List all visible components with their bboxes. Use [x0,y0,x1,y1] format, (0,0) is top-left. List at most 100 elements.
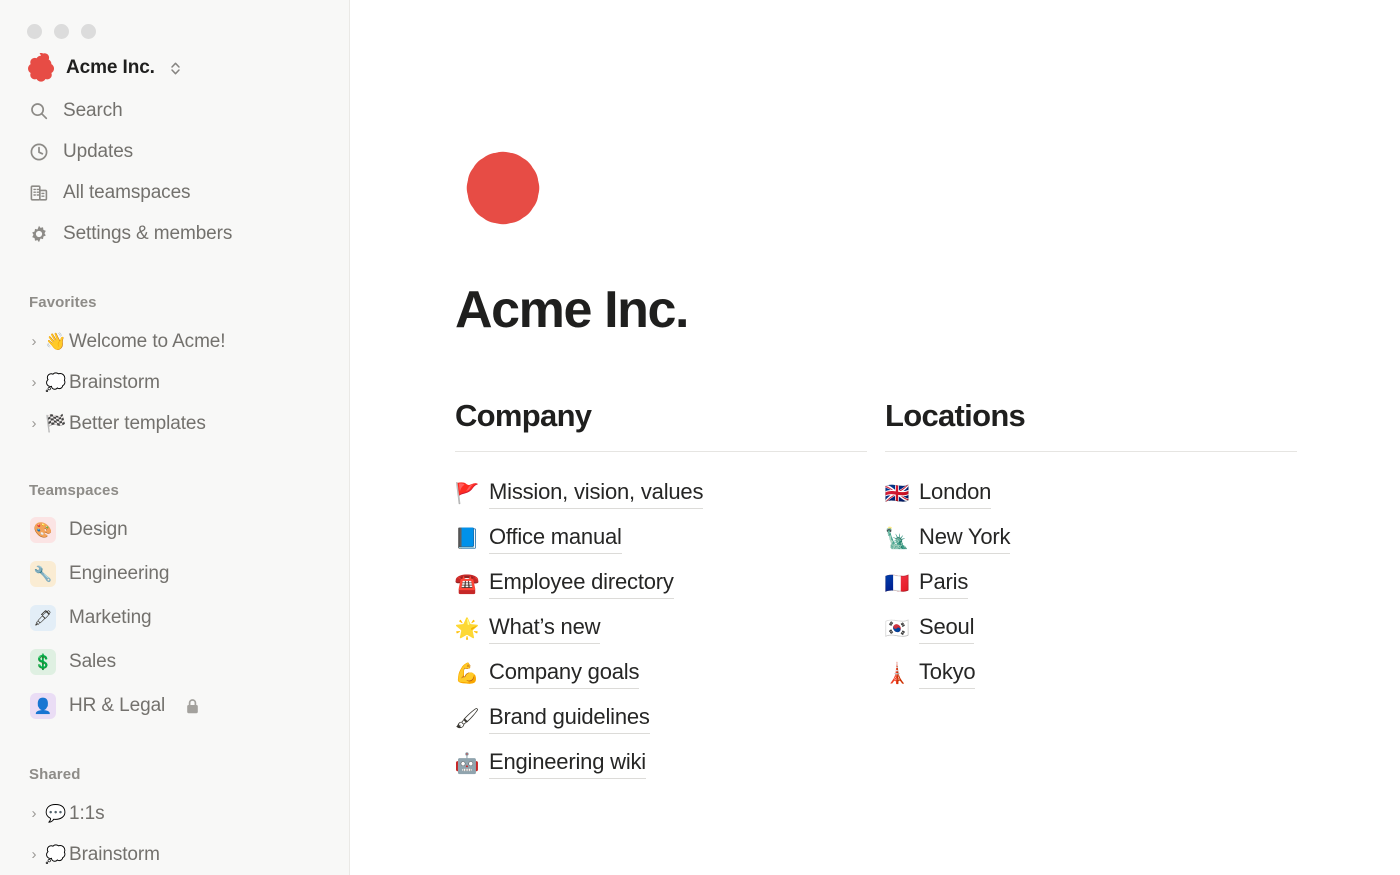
sidebar-item-all-teamspaces[interactable]: All teamspaces [0,172,349,213]
shared-section-title: Shared [29,766,81,783]
statue-of-liberty-icon: 🗽 [884,528,910,551]
page-link-seoul[interactable]: 🇰🇷 Seoul [885,607,1297,652]
shared-list: › 💬 1:1s › 💭 Brainstorm [0,793,349,875]
tokyo-tower-icon: 🗼 [884,663,910,686]
sidebar-item-search[interactable]: Search [0,90,349,131]
page-link-label: Company goals [489,659,639,689]
teamspace-item-marketing[interactable]: 🖋 Marketing [0,596,349,640]
acme-rosette-logo-icon [25,53,55,83]
sidebar-item-label: Settings & members [63,222,233,244]
teamspaces-list: 🎨 Design 🔧 Engineering 🖋 Marketing 💲 Sal… [0,508,349,728]
favorite-item-brainstorm[interactable]: › 💭 Brainstorm [0,362,349,403]
minimize-dot[interactable] [54,23,69,39]
thought-balloon-icon: 💭 [45,373,67,392]
buildings-icon [28,182,49,203]
favorites-section-title: Favorites [29,294,97,311]
page-link-label: New York [919,524,1011,554]
thought-balloon-icon: 💭 [45,845,67,864]
sidebar-item-label: Updates [63,140,134,162]
page-link-office-manual[interactable]: 📘 Office manual [455,517,867,562]
close-dot[interactable] [27,23,42,39]
column-divider [455,450,867,452]
chequered-flag-icon: 🏁 [45,414,67,433]
teamspaces-section-title: Teamspaces [29,482,119,499]
teamspace-item-design[interactable]: 🎨 Design [0,508,349,552]
column-locations: Locations 🇬🇧 London 🗽 New York 🇫🇷 Paris [885,398,1297,787]
teamspace-item-label: Design [69,519,128,540]
waving-hand-icon: 👋 [45,332,67,351]
teamspace-item-label: Sales [69,651,117,672]
page-link-brand-guidelines[interactable]: 🖌 Brand guidelines [454,697,867,742]
page-link-label: Tokyo [919,659,976,689]
shared-item-1-1s[interactable]: › 💬 1:1s [0,793,349,834]
shared-item-brainstorm[interactable]: › 💭 Brainstorm [0,834,349,875]
favorite-item-label: Better templates [69,412,206,434]
column-divider [885,450,1297,452]
favorite-item-label: Welcome to Acme! [69,330,226,352]
palette-icon: 🎨 [30,517,56,543]
flag-south-korea-icon: 🇰🇷 [884,618,910,641]
favorites-list: › 👋 Welcome to Acme! › 💭 Brainstorm › 🏁 … [0,321,349,444]
column-heading: Company [455,398,592,433]
page-link-label: Mission, vision, values [489,479,703,509]
page-columns: Company 🚩 Mission, vision, values 📘 Offi… [454,398,1310,787]
page-link-tokyo[interactable]: 🗼 Tokyo [885,652,1297,697]
sidebar-item-settings-members[interactable]: Settings & members [0,213,349,254]
page-icon-acme-rosette-logo-icon[interactable] [455,140,551,236]
workspace-switcher[interactable]: Acme Inc. [0,35,349,83]
sidebar-item-updates[interactable]: Updates [0,131,349,172]
page-link-paris[interactable]: 🇫🇷 Paris [885,562,1297,607]
blue-book-icon: 📘 [454,528,480,551]
flag-uk-icon: 🇬🇧 [884,483,910,506]
teamspace-item-label: HR & Legal [69,695,166,716]
chevron-right-icon[interactable]: › [25,805,43,822]
chevron-right-icon[interactable]: › [25,415,43,432]
teamspace-item-sales[interactable]: 💲 Sales [0,640,349,684]
page-title: Acme Inc. [455,281,689,339]
page-link-label: London [919,479,991,509]
shared-item-label: Brainstorm [69,843,160,865]
sidebar-item-label: All teamspaces [63,181,191,203]
page-link-label: Seoul [919,614,974,644]
page-body: Acme Inc. Company 🚩 Mission, vision, val… [350,0,1310,787]
teamspace-item-engineering[interactable]: 🔧 Engineering [0,552,349,596]
sidebar: Acme Inc. Search Updates All teamspaces … [0,0,350,875]
flexed-biceps-icon: 💪 [454,663,480,686]
chevron-up-down-icon[interactable] [170,61,181,76]
column-company: Company 🚩 Mission, vision, values 📘 Offi… [454,398,867,787]
favorite-item-better-templates[interactable]: › 🏁 Better templates [0,403,349,444]
lock-icon [185,698,200,715]
page-link-label: What’s new [489,614,601,644]
teamspace-item-hr-and-legal[interactable]: 👤 HR & Legal [0,684,349,728]
chevron-right-icon[interactable]: › [25,846,43,863]
page-link-label: Employee directory [489,569,674,599]
triangular-flag-icon: 🚩 [454,483,480,506]
page-link-london[interactable]: 🇬🇧 London [885,472,1297,517]
favorite-item-welcome-to-acme[interactable]: › 👋 Welcome to Acme! [0,321,349,362]
page-link-mission-vision-values[interactable]: 🚩 Mission, vision, values [455,472,867,517]
person-icon: 👤 [30,693,56,719]
shared-item-label: 1:1s [69,802,105,824]
search-icon [28,100,49,121]
chevron-right-icon[interactable]: › [25,333,43,350]
app-window: Acme Inc. Search Updates All teamspaces … [0,0,1400,875]
column-heading: Locations [885,398,1026,433]
page-link-whats-new[interactable]: 🌟 What’s new [455,607,867,652]
favorite-item-label: Brainstorm [69,371,160,393]
page-link-label: Paris [919,569,968,599]
wrench-icon: 🔧 [30,561,56,587]
maximize-dot[interactable] [81,23,96,39]
paintbrush-icon: 🖌 [454,708,480,731]
page-link-employee-directory[interactable]: ☎️ Employee directory [455,562,867,607]
window-controls [0,0,349,39]
main-content: Acme Inc. Company 🚩 Mission, vision, val… [350,0,1400,875]
workspace-name: Acme Inc. [66,57,155,78]
chevron-right-icon[interactable]: › [25,374,43,391]
page-link-engineering-wiki[interactable]: 🤖 Engineering wiki [455,742,867,787]
sidebar-item-label: Search [63,99,123,121]
flag-france-icon: 🇫🇷 [884,573,910,596]
robot-icon: 🤖 [454,753,480,776]
page-link-new-york[interactable]: 🗽 New York [885,517,1297,562]
page-link-company-goals[interactable]: 💪 Company goals [455,652,867,697]
page-link-label: Brand guidelines [489,704,650,734]
